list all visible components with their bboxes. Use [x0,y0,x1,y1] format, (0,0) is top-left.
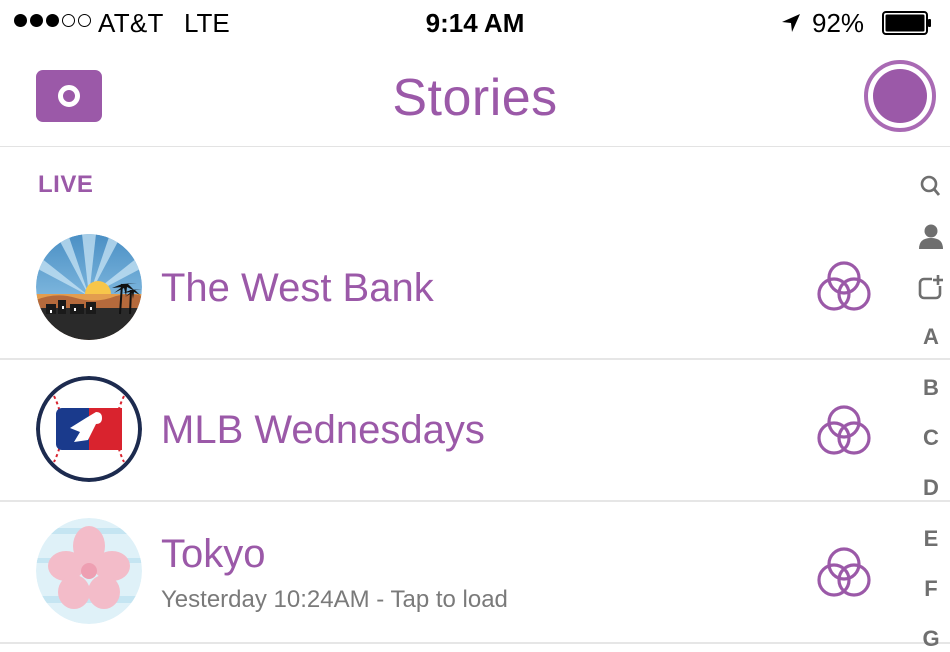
index-letter-c[interactable]: C [912,425,950,451]
capture-button[interactable] [864,60,936,132]
tokyo-flower-avatar [36,518,142,624]
status-time: 9:14 AM [425,8,525,38]
index-letter-e[interactable]: E [912,526,950,552]
battery-icon [882,11,931,35]
location-arrow-icon [782,14,800,32]
status-bar: AT&T LTE 9:14 AM 92% [0,0,950,48]
row-divider [0,642,950,644]
index-letter-a[interactable]: A [912,324,950,350]
west-bank-sunset-avatar [36,234,142,340]
story-row-the-west-bank[interactable]: The West Bank [0,218,900,358]
index-letter-d[interactable]: D [912,475,950,501]
story-rings-icon[interactable] [815,258,873,316]
story-name: MLB Wednesdays [161,408,485,452]
story-rings-icon[interactable] [815,402,873,460]
battery-percent: 92% [812,8,865,38]
page-title: Stories [392,69,558,127]
story-subtitle: Yesterday 10:24AM - Tap to load [161,586,508,613]
add-story-icon[interactable] [912,274,950,300]
section-title-live: LIVE [38,171,94,198]
header-bar: Stories [0,48,950,147]
index-letter-f[interactable]: F [912,576,950,602]
story-name: The West Bank [161,266,434,310]
capture-circle-icon [873,69,927,123]
story-name: Tokyo [161,532,266,576]
alphabet-index[interactable]: A B C D E F G [912,168,950,652]
index-letter-b[interactable]: B [912,375,950,401]
search-icon[interactable] [912,174,950,198]
person-icon[interactable] [912,223,950,249]
story-rings-icon[interactable] [815,544,873,602]
story-row-tokyo[interactable]: Tokyo Yesterday 10:24AM - Tap to load [0,502,900,642]
mlb-baseball-avatar [36,376,142,482]
index-letter-g[interactable]: G [912,626,950,652]
story-row-mlb-wednesdays[interactable]: MLB Wednesdays [0,360,900,500]
